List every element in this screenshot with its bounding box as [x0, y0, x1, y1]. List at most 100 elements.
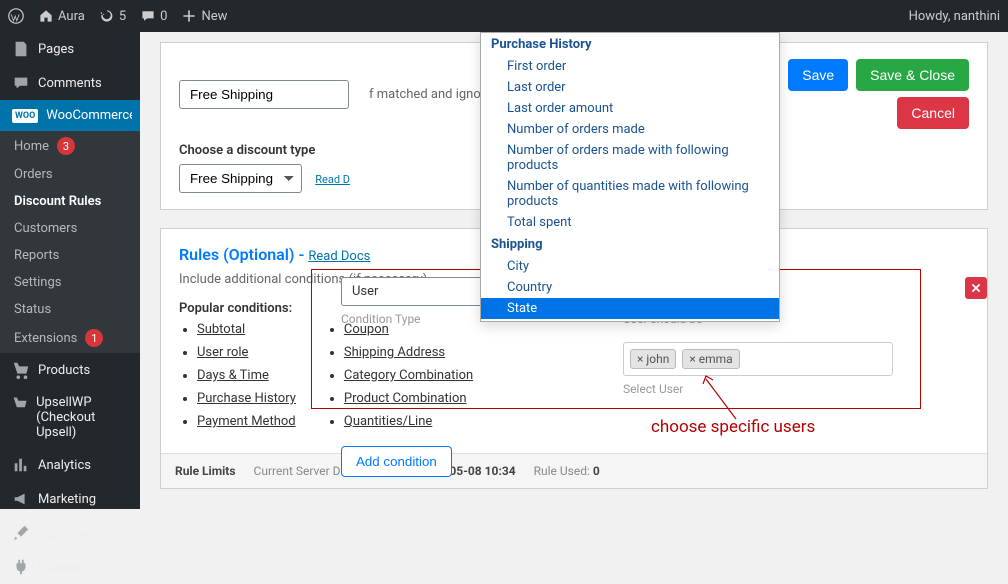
read-docs-link[interactable]: Read D [315, 173, 350, 186]
close-icon [970, 282, 982, 294]
annotation-text: choose specific users [651, 417, 815, 437]
rule-name-input[interactable] [179, 80, 349, 109]
rule-limits-title: Rule Limits [175, 464, 236, 478]
user-tag[interactable]: × emma [682, 349, 739, 369]
home-icon [38, 8, 54, 24]
analytics-icon [12, 456, 30, 474]
site-link[interactable]: Aura [38, 8, 85, 24]
updates-link[interactable]: 5 [99, 8, 126, 24]
badge: 1 [85, 329, 103, 347]
woocommerce-submenu: Home 3 Orders Discount Rules Customers Re… [0, 131, 140, 353]
sidebar-sub-label: Orders [14, 167, 53, 182]
dropdown-option[interactable]: Number of quantities made with following… [481, 176, 779, 212]
user-tags-input[interactable]: × john × emma [623, 342, 893, 376]
comment-icon [140, 8, 156, 24]
sidebar-sub-settings[interactable]: Settings [0, 269, 140, 296]
sidebar-label: Comments [38, 76, 102, 91]
main-content: Purchase HistoryFirst orderLast orderLas… [140, 32, 1008, 509]
badge: 3 [57, 137, 75, 155]
condition-type-dropdown[interactable]: Purchase HistoryFirst orderLast orderLas… [480, 32, 780, 322]
admin-topbar: Aura 5 0 New Howdy, nanthini [0, 0, 1008, 32]
dropdown-option[interactable]: Zipcode [481, 319, 779, 322]
sidebar-item-appearance[interactable]: Appearance [0, 516, 140, 550]
add-condition-button[interactable]: Add condition [341, 446, 452, 477]
sidebar-sub-label: Status [14, 302, 51, 317]
sidebar-sub-label: Home [14, 139, 49, 154]
popular-condition[interactable]: User role [197, 345, 296, 360]
sidebar-label: Appearance [38, 526, 107, 541]
dropdown-option[interactable]: Number of orders made with following pro… [481, 140, 779, 176]
update-icon [99, 8, 115, 24]
dropdown-group: Shipping [481, 233, 779, 256]
sidebar-sub-label: Extensions [14, 331, 77, 346]
site-name: Aura [58, 9, 85, 24]
sidebar-item-plugins[interactable]: Plugins [0, 550, 140, 584]
popular-condition[interactable]: Purchase History [197, 391, 296, 406]
products-icon [12, 361, 30, 379]
cart-icon [12, 395, 28, 413]
save-button[interactable]: Save [788, 59, 848, 91]
remove-condition-button[interactable] [965, 277, 987, 299]
sidebar-item-pages[interactable]: Pages [0, 32, 140, 66]
wordpress-icon [8, 8, 24, 24]
comments-count: 0 [160, 9, 167, 24]
megaphone-icon [12, 490, 30, 508]
updates-count: 5 [119, 9, 126, 24]
sidebar-label: Pages [38, 42, 74, 57]
comments-link[interactable]: 0 [140, 8, 167, 24]
dropdown-option[interactable]: Country [481, 277, 779, 298]
user-tag[interactable]: × john [630, 349, 676, 369]
dropdown-option[interactable]: Number of orders made [481, 119, 779, 140]
popular-condition[interactable]: Subtotal [197, 322, 296, 337]
read-docs-link[interactable]: Read Docs [308, 249, 370, 264]
plus-icon [181, 8, 197, 24]
sidebar-label: UpsellWP(Checkout Upsell) [36, 395, 128, 440]
wp-logo[interactable] [8, 8, 24, 24]
popular-condition[interactable]: Payment Method [197, 414, 296, 429]
cancel-button[interactable]: Cancel [897, 97, 969, 129]
sidebar-sub-label: Customers [14, 221, 77, 236]
comment-icon [12, 74, 30, 92]
new-link[interactable]: New [181, 8, 227, 24]
dropdown-option[interactable]: Last order amount [481, 98, 779, 119]
sidebar-label: Products [38, 363, 90, 378]
dropdown-group: Purchase History [481, 33, 779, 56]
sidebar-sub-orders[interactable]: Orders [0, 161, 140, 188]
sidebar-item-upsellwp[interactable]: UpsellWP(Checkout Upsell) [0, 387, 140, 448]
sidebar-sub-reports[interactable]: Reports [0, 242, 140, 269]
sidebar-label: WooCommerce [46, 108, 136, 123]
woo-icon: WOO [12, 109, 38, 123]
admin-sidebar: Pages Comments WOO WooCommerce Home 3 Orde… [0, 32, 140, 509]
sidebar-label: Analytics [38, 458, 91, 473]
popular-condition[interactable]: Days & Time [197, 368, 296, 383]
sidebar-sub-label: Reports [14, 248, 59, 263]
sidebar-item-marketing[interactable]: Marketing [0, 482, 140, 516]
discount-type-select[interactable]: Free Shipping [179, 164, 302, 193]
sidebar-item-analytics[interactable]: Analytics [0, 448, 140, 482]
save-close-button[interactable]: Save & Close [856, 59, 969, 91]
sidebar-sub-label: Discount Rules [14, 194, 101, 209]
dropdown-option[interactable]: Last order [481, 77, 779, 98]
sidebar-sub-customers[interactable]: Customers [0, 215, 140, 242]
dropdown-option[interactable]: First order [481, 56, 779, 77]
sidebar-sub-discount-rules[interactable]: Discount Rules [0, 188, 140, 215]
sidebar-label: Marketing [38, 492, 96, 507]
brush-icon [12, 524, 30, 542]
howdy-user[interactable]: Howdy, nanthini [909, 9, 1000, 24]
rules-heading: Rules (Optional) - [179, 245, 308, 264]
page-icon [12, 40, 30, 58]
sidebar-sub-status[interactable]: Status [0, 296, 140, 323]
sidebar-item-woocommerce[interactable]: WOO WooCommerce [0, 100, 140, 131]
sidebar-sub-label: Settings [14, 275, 61, 290]
condition-type-value: User [352, 284, 378, 299]
sidebar-sub-extensions[interactable]: Extensions 1 [0, 323, 140, 353]
dropdown-option[interactable]: State [481, 298, 779, 319]
new-label: New [201, 9, 227, 24]
plug-icon [12, 558, 30, 576]
sidebar-item-products[interactable]: Products [0, 353, 140, 387]
dropdown-option[interactable]: Total spent [481, 212, 779, 233]
dropdown-option[interactable]: City [481, 256, 779, 277]
enable-checkbox-text: f matched and ignore [369, 87, 492, 102]
sidebar-sub-home[interactable]: Home 3 [0, 131, 140, 161]
sidebar-item-comments[interactable]: Comments [0, 66, 140, 100]
